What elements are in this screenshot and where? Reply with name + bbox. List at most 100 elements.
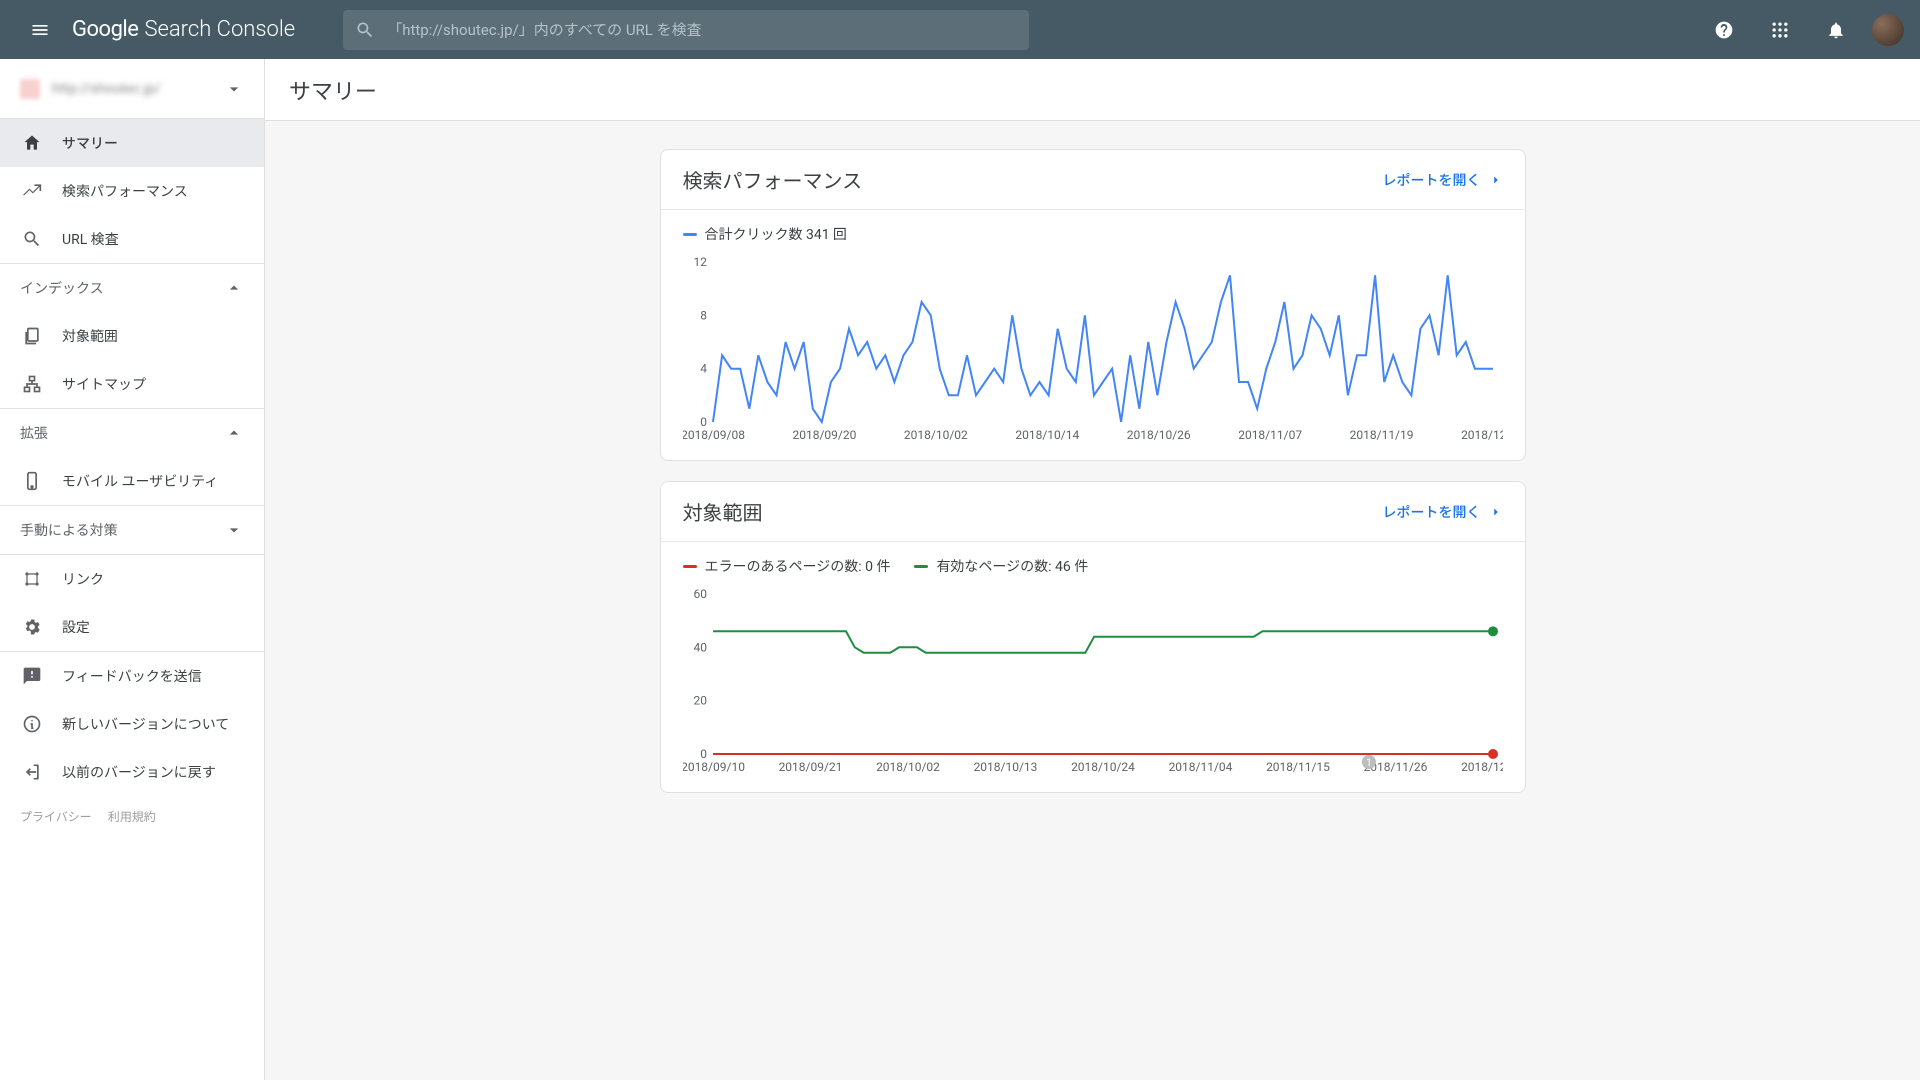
svg-text:60: 60: [693, 587, 707, 601]
bell-icon: [1826, 20, 1846, 40]
help-icon: [1714, 20, 1734, 40]
svg-text:2018/11/15: 2018/11/15: [1266, 760, 1330, 774]
page-title: サマリー: [265, 59, 1920, 121]
privacy-link[interactable]: プライバシー: [20, 808, 92, 825]
url-inspect-input[interactable]: [387, 21, 1017, 39]
nav-performance[interactable]: 検索パフォーマンス: [0, 167, 264, 215]
svg-text:4: 4: [700, 362, 707, 376]
nav-label: サイトマップ: [62, 374, 146, 394]
home-icon: [22, 133, 42, 153]
svg-text:12: 12: [693, 255, 707, 269]
link-text: レポートを開く: [1383, 170, 1481, 190]
svg-text:2018/11/07: 2018/11/07: [1238, 428, 1302, 442]
legend-swatch-green: [914, 565, 928, 568]
svg-text:8: 8: [700, 308, 707, 322]
chevron-right-icon: [1489, 173, 1503, 187]
svg-text:2018/10/24: 2018/10/24: [1071, 760, 1135, 774]
phone-icon: [22, 471, 42, 491]
performance-card: 検索パフォーマンス レポートを開く 合計クリック数 341 回 0 4 8: [660, 149, 1526, 461]
nav-links[interactable]: リンク: [0, 555, 264, 603]
logo-sc-text: Search Console: [144, 17, 295, 42]
nav-feedback[interactable]: フィードバックを送信: [0, 652, 264, 700]
card-header: 検索パフォーマンス レポートを開く: [661, 150, 1525, 210]
section-index[interactable]: インデックス: [0, 264, 264, 312]
trend-icon: [22, 181, 42, 201]
svg-text:20: 20: [693, 694, 707, 708]
section-manual-actions[interactable]: 手動による対策: [0, 506, 264, 554]
chevron-down-icon: [224, 79, 244, 99]
svg-text:1: 1: [1366, 758, 1372, 769]
sidebar-legal: プライバシー 利用規約: [0, 796, 264, 837]
card-title: 検索パフォーマンス: [683, 165, 863, 194]
section-label: インデックス: [20, 278, 104, 298]
nav-summary[interactable]: サマリー: [0, 119, 264, 167]
search-box[interactable]: [343, 10, 1029, 50]
nav-label: 新しいバージョンについて: [62, 714, 229, 734]
nav-label: 対象範囲: [62, 326, 118, 346]
svg-text:2018/09/10: 2018/09/10: [683, 760, 745, 774]
logo-google-text: Google: [72, 17, 138, 42]
nav-label: モバイル ユーザビリティ: [62, 471, 218, 491]
search-icon: [22, 229, 42, 249]
terms-link[interactable]: 利用規約: [108, 808, 156, 825]
svg-text:2018/11/04: 2018/11/04: [1168, 760, 1232, 774]
svg-text:2018/12/01: 2018/12/01: [1461, 428, 1503, 442]
legend-text: 合計クリック数 341 回: [705, 224, 848, 244]
svg-text:2018/09/20: 2018/09/20: [792, 428, 856, 442]
property-swatch: [20, 79, 40, 99]
header-actions: [1704, 10, 1904, 50]
nav-label: URL 検査: [62, 229, 119, 249]
nav-label: 設定: [62, 617, 90, 637]
nav-old-version[interactable]: 以前のバージョンに戻す: [0, 748, 264, 796]
link-text: レポートを開く: [1383, 502, 1481, 522]
nav-sitemap[interactable]: サイトマップ: [0, 360, 264, 408]
nav-url-inspect[interactable]: URL 検査: [0, 215, 264, 263]
account-avatar[interactable]: [1872, 14, 1904, 46]
nav-label: 検索パフォーマンス: [62, 181, 188, 201]
nav-settings[interactable]: 設定: [0, 603, 264, 651]
nav-mobile-usability[interactable]: モバイル ユーザビリティ: [0, 457, 264, 505]
open-report-link[interactable]: レポートを開く: [1383, 502, 1503, 522]
svg-text:0: 0: [700, 415, 707, 429]
svg-text:2018/12/07: 2018/12/07: [1461, 760, 1503, 774]
help-button[interactable]: [1704, 10, 1744, 50]
property-selector[interactable]: http://shoutec.jp/: [0, 59, 264, 119]
section-enhance[interactable]: 拡張: [0, 409, 264, 457]
nav-label: リンク: [62, 569, 104, 589]
main-content: サマリー 検索パフォーマンス レポートを開く 合計クリック数 341 回: [265, 59, 1920, 1080]
chevron-right-icon: [1489, 505, 1503, 519]
legend-text: 有効なページの数: 46 件: [936, 556, 1088, 576]
sidebar: http://shoutec.jp/ サマリー 検索パフォーマンス URL 検査…: [0, 59, 265, 1080]
app-header: Google Search Console: [0, 0, 1920, 59]
product-logo[interactable]: Google Search Console: [72, 17, 295, 42]
legend-swatch-red: [683, 565, 697, 568]
hamburger-menu[interactable]: [16, 6, 64, 54]
svg-text:2018/10/13: 2018/10/13: [973, 760, 1037, 774]
svg-text:2018/09/21: 2018/09/21: [778, 760, 842, 774]
card-title: 対象範囲: [683, 497, 763, 526]
nav-coverage[interactable]: 対象範囲: [0, 312, 264, 360]
menu-icon: [30, 20, 50, 40]
legend-text: エラーのあるページの数: 0 件: [705, 556, 891, 576]
open-report-link[interactable]: レポートを開く: [1383, 170, 1503, 190]
svg-text:2018/09/08: 2018/09/08: [683, 428, 745, 442]
feedback-icon: [22, 666, 42, 686]
chevron-down-icon: [224, 520, 244, 540]
section-label: 手動による対策: [20, 520, 118, 540]
notifications-button[interactable]: [1816, 10, 1856, 50]
sitemap-icon: [22, 374, 42, 394]
chart-legend: 合計クリック数 341 回: [683, 224, 1503, 244]
search-icon: [355, 20, 375, 40]
apps-icon: [1770, 20, 1790, 40]
svg-text:2018/11/19: 2018/11/19: [1349, 428, 1413, 442]
apps-button[interactable]: [1760, 10, 1800, 50]
pages-icon: [22, 326, 42, 346]
nav-about-new-version[interactable]: 新しいバージョンについて: [0, 700, 264, 748]
section-label: 拡張: [20, 423, 48, 443]
nav-label: 以前のバージョンに戻す: [62, 762, 216, 782]
chevron-up-icon: [224, 278, 244, 298]
card-header: 対象範囲 レポートを開く: [661, 482, 1525, 542]
svg-text:2018/10/26: 2018/10/26: [1126, 428, 1190, 442]
exit-icon: [22, 762, 42, 782]
svg-text:2018/10/14: 2018/10/14: [1015, 428, 1079, 442]
